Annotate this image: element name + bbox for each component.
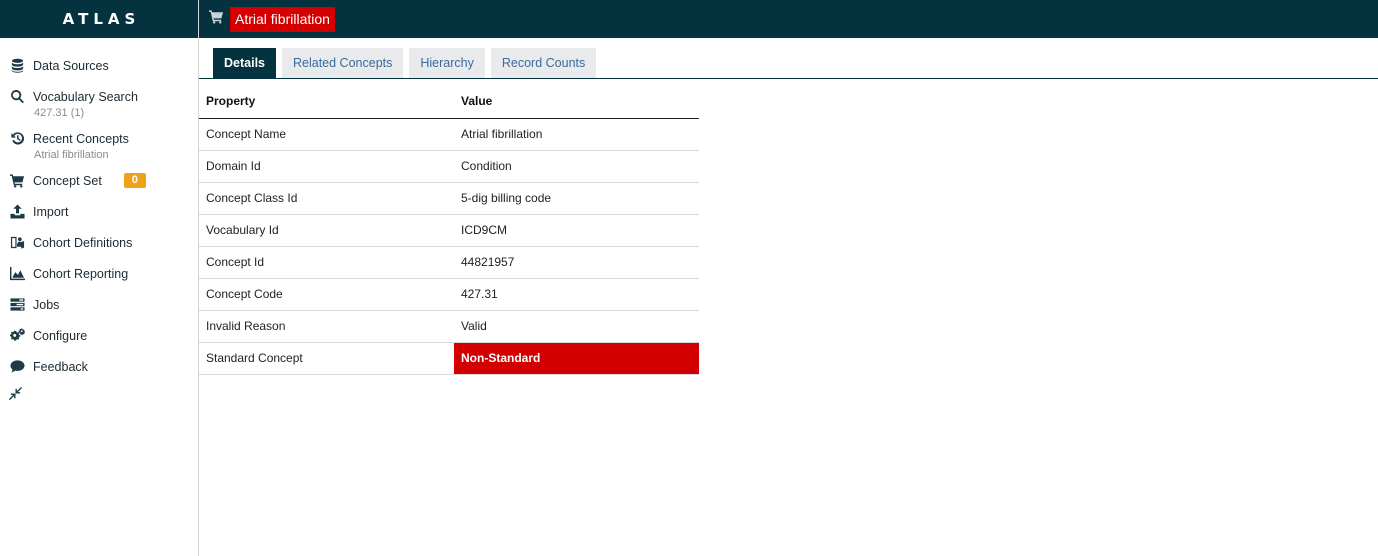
table-row: Invalid Reason Valid — [199, 310, 699, 343]
sidebar-item-concept-set[interactable]: Concept Set 0 — [0, 165, 198, 196]
upload-icon — [8, 204, 26, 220]
tab-details[interactable]: Details — [213, 48, 276, 78]
search-icon — [8, 89, 26, 105]
sidebar-item-label: Recent Concepts — [33, 131, 129, 146]
sidebar-item-cohort-reporting[interactable]: Cohort Reporting — [0, 258, 198, 289]
compress-icon — [8, 386, 23, 406]
sidebar-item-import[interactable]: Import — [0, 196, 198, 227]
property-cell: Invalid Reason — [199, 310, 454, 343]
value-cell: Condition — [454, 150, 699, 183]
sidebar-item-label: Feedback — [33, 359, 88, 374]
sidebar: ATLAS Data Sources Vocabulary Search 427… — [0, 0, 199, 556]
details-table: Property Value Concept Name Atrial fibri… — [199, 85, 699, 375]
table-row: Concept Class Id 5-dig billing code — [199, 182, 699, 215]
sidebar-item-label: Import — [33, 204, 69, 219]
value-cell: 5-dig billing code — [454, 182, 699, 215]
value-cell: 427.31 — [454, 278, 699, 311]
tab-related-concepts[interactable]: Related Concepts — [282, 48, 404, 78]
atlas-app: ATLAS Data Sources Vocabulary Search 427… — [0, 0, 1378, 556]
sidebar-item-label: Concept Set — [33, 173, 102, 188]
database-icon — [8, 58, 26, 74]
property-cell: Domain Id — [199, 150, 454, 183]
sidebar-item-label: Data Sources — [33, 58, 109, 73]
property-cell: Concept Class Id — [199, 182, 454, 215]
table-row: Concept Code 427.31 — [199, 278, 699, 311]
page-header: Atrial fibrillation — [199, 0, 1378, 38]
collapse-sidebar-button[interactable] — [0, 382, 198, 410]
sidebar-nav: Data Sources Vocabulary Search 427.31 (1… — [0, 38, 198, 410]
cart-icon[interactable] — [209, 9, 224, 29]
brand-name: ATLAS — [62, 10, 141, 28]
comment-icon — [8, 359, 26, 375]
table-row: Concept Name Atrial fibrillation — [199, 118, 699, 151]
concept-set-count-badge: 0 — [123, 173, 146, 188]
sidebar-item-vocabulary-search[interactable]: Vocabulary Search — [0, 81, 198, 112]
property-cell: Vocabulary Id — [199, 214, 454, 247]
cohort-icon — [8, 235, 26, 251]
table-row: Vocabulary Id ICD9CM — [199, 214, 699, 247]
sidebar-item-feedback[interactable]: Feedback — [0, 351, 198, 382]
value-cell: Atrial fibrillation — [454, 118, 699, 151]
property-cell: Concept Name — [199, 118, 454, 151]
column-header-property: Property — [199, 85, 454, 119]
column-header-value: Value — [454, 85, 699, 119]
sidebar-item-label: Configure — [33, 328, 88, 343]
sidebar-item-jobs[interactable]: Jobs — [0, 289, 198, 320]
property-cell: Concept Code — [199, 278, 454, 311]
tab-hierarchy[interactable]: Hierarchy — [409, 48, 485, 78]
concept-details: Property Value Concept Name Atrial fibri… — [199, 85, 699, 375]
sidebar-item-label: Vocabulary Search — [33, 89, 138, 104]
brand-logo[interactable]: ATLAS — [0, 0, 198, 38]
table-row: Concept Id 44821957 — [199, 246, 699, 279]
sidebar-item-cohort-definitions[interactable]: Cohort Definitions — [0, 227, 198, 258]
table-header-row: Property Value — [199, 85, 699, 119]
tasks-icon — [8, 297, 26, 313]
standard-concept-status: Non-Standard — [454, 342, 699, 375]
sidebar-item-label: Cohort Reporting — [33, 266, 129, 281]
gears-icon — [8, 328, 26, 344]
table-row: Standard Concept Non-Standard — [199, 342, 699, 375]
tab-record-counts[interactable]: Record Counts — [490, 48, 597, 78]
cart-icon — [8, 173, 26, 189]
value-cell: 44821957 — [454, 246, 699, 279]
property-cell: Concept Id — [199, 246, 454, 279]
history-icon — [8, 131, 26, 147]
sidebar-item-recent-concepts[interactable]: Recent Concepts — [0, 123, 198, 154]
page-title: Atrial fibrillation — [230, 6, 335, 32]
sidebar-item-data-sources[interactable]: Data Sources — [0, 50, 198, 81]
chart-area-icon — [8, 266, 26, 282]
sidebar-item-label: Jobs — [33, 297, 60, 312]
concept-tabs: Details Related Concepts Hierarchy Recor… — [199, 38, 1378, 79]
sidebar-item-label: Cohort Definitions — [33, 235, 133, 250]
property-cell: Standard Concept — [199, 342, 454, 375]
value-cell: Valid — [454, 310, 699, 343]
value-cell: ICD9CM — [454, 214, 699, 247]
sidebar-item-configure[interactable]: Configure — [0, 320, 198, 351]
table-row: Domain Id Condition — [199, 150, 699, 183]
